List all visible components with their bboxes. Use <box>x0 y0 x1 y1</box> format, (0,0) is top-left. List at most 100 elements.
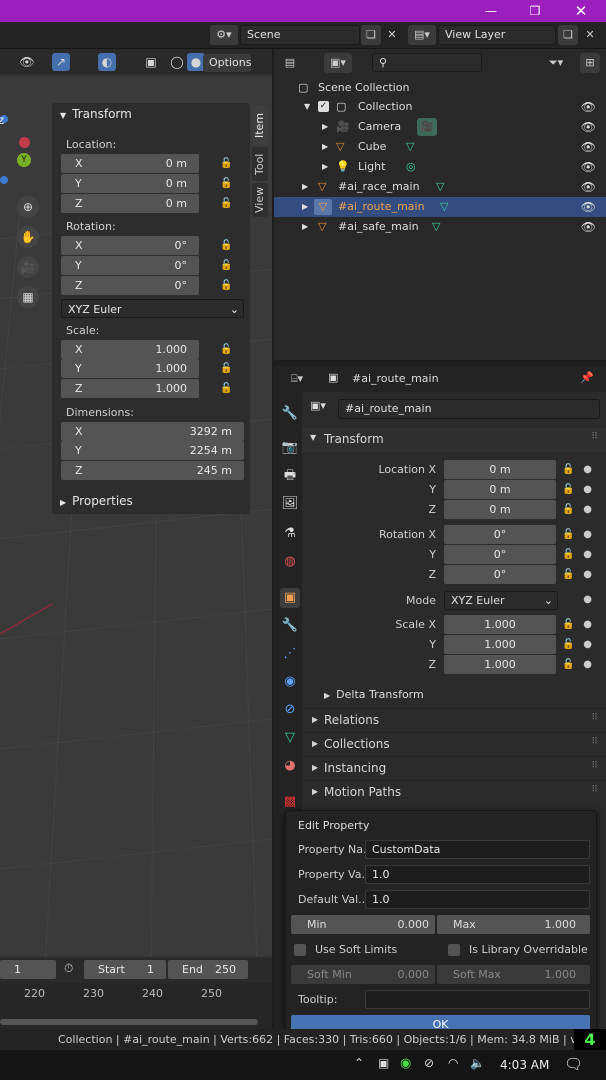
relations-section-header[interactable]: ▶ Relations ⠿ <box>302 708 606 732</box>
output-tab-icon[interactable]: 🖶 <box>280 466 300 486</box>
lock-icon[interactable]: 🔓 <box>562 464 576 476</box>
location-x-field[interactable]: 0 m <box>444 460 556 479</box>
mesh-data-icon[interactable]: ▽ <box>432 217 440 237</box>
end-frame-field[interactable]: End 250 <box>168 960 248 979</box>
mesh-data-icon[interactable]: ▽ <box>436 177 444 197</box>
rotation-z-field[interactable]: 0° <box>444 565 556 584</box>
tray-app-icon[interactable]: ▣ <box>378 1056 389 1070</box>
object-name-input[interactable]: #ai_route_main <box>338 399 600 419</box>
lock-icon[interactable]: 🔓 <box>562 504 576 516</box>
keyframe-dot-icon[interactable]: ● <box>583 594 592 605</box>
neg-z-dot[interactable] <box>0 176 8 184</box>
close-icon[interactable]: ✕ <box>566 2 596 20</box>
keyframe-dot-icon[interactable]: ● <box>583 569 592 580</box>
lock-icon[interactable]: 🔓 <box>220 383 234 395</box>
3d-viewport[interactable]: 👁 ↗ ◐ ▣ ◯ ● ◑ ◒ Options Z Y ⊕ ✋ 🎥 ▦ Item… <box>0 49 272 1049</box>
lock-icon[interactable]: 🔓 <box>220 178 234 190</box>
current-frame-field[interactable]: 1 <box>0 960 56 979</box>
outliner-search-input[interactable]: ⚲ <box>372 53 482 72</box>
soft-min-field[interactable]: Soft Min 0.000 <box>291 965 435 984</box>
outliner-row-ai-race-main[interactable]: ▶ ▽ #ai_race_main ▽ 👁 <box>274 177 606 197</box>
view-layer-selector-icon[interactable]: ▤▾ <box>408 25 436 45</box>
rotation-x-field[interactable]: X 0° <box>61 236 199 255</box>
property-name-input[interactable]: CustomData <box>365 840 590 859</box>
rotation-mode-dropdown[interactable]: XYZ Euler ⌄ <box>61 299 244 318</box>
y-axis-dot[interactable]: Y <box>17 153 31 167</box>
eye-icon[interactable]: 👁 <box>581 97 596 117</box>
properties-panel-header[interactable]: ▶ Properties <box>52 488 250 514</box>
checkbox-icon[interactable]: ✓ <box>318 101 329 112</box>
scale-y-field[interactable]: 1.000 <box>444 635 556 654</box>
new-view-layer-icon[interactable]: ❏ <box>558 25 578 45</box>
keyframe-dot-icon[interactable]: ● <box>583 619 592 630</box>
pan-hand-icon[interactable]: ✋ <box>17 226 39 248</box>
scale-z-field[interactable]: 1.000 <box>444 655 556 674</box>
eye-icon[interactable]: 👁 <box>581 137 596 157</box>
edit-property-dialog[interactable]: Edit Property Property Na... CustomData … <box>285 810 597 1038</box>
object-tab-icon[interactable]: ▣ <box>280 588 300 608</box>
soft-max-field[interactable]: Soft Max 1.000 <box>437 965 590 984</box>
lock-icon[interactable]: 🔓 <box>562 569 576 581</box>
transform-panel-header[interactable]: ▼ Transform <box>60 103 132 125</box>
lock-icon[interactable]: 🔓 <box>220 198 234 210</box>
dimension-x-field[interactable]: X 3292 m <box>61 422 244 441</box>
editor-type-icon[interactable]: ⌸▾ <box>282 369 312 389</box>
use-soft-limits-checkbox[interactable] <box>294 944 306 956</box>
keyframe-dot-icon[interactable]: ● <box>583 549 592 560</box>
tray-status-icon[interactable]: ◉ <box>400 1056 411 1071</box>
tab-item[interactable]: Item <box>252 105 268 145</box>
wifi-icon[interactable]: ◠ <box>448 1056 458 1070</box>
outliner-row-ai-safe-main[interactable]: ▶ ▽ #ai_safe_main ▽ 👁 <box>274 217 606 237</box>
outliner-row-camera[interactable]: ▶ 🎥 Camera 🎥 👁 <box>274 117 606 137</box>
keyframe-dot-icon[interactable]: ● <box>583 529 592 540</box>
default-value-input[interactable]: 1.0 <box>365 890 590 909</box>
constraints-tab-icon[interactable]: ⊘ <box>280 700 300 720</box>
eye-icon[interactable]: 👁 <box>581 197 596 217</box>
instancing-section-header[interactable]: ▶ Instancing ⠿ <box>302 756 606 780</box>
texture-tab-icon[interactable]: ▩ <box>280 792 300 812</box>
start-frame-field[interactable]: Start 1 <box>84 960 166 979</box>
outliner-row-cube[interactable]: ▶ ▽ Cube ▽ 👁 <box>274 137 606 157</box>
visibility-icon[interactable]: 👁 <box>18 53 36 71</box>
min-field[interactable]: Min 0.000 <box>291 915 435 934</box>
tool-tab-icon[interactable]: 🔧 <box>280 404 300 424</box>
outliner-row-scene-collection[interactable]: ▢ Scene Collection <box>274 78 606 98</box>
filter-icon[interactable]: ⏷▾ <box>542 53 570 73</box>
collections-section-header[interactable]: ▶ Collections ⠿ <box>302 732 606 756</box>
delta-transform-subpanel[interactable]: ▶ Delta Transform <box>324 688 424 701</box>
timeline-scrollbar[interactable] <box>0 1019 258 1025</box>
camera-view-icon[interactable]: 🎥 <box>17 256 39 278</box>
scene-selector-icon[interactable]: ⚙▾ <box>210 25 238 45</box>
eye-icon[interactable]: 👁 <box>581 217 596 237</box>
keyframe-dot-icon[interactable]: ● <box>583 464 592 475</box>
location-z-field[interactable]: Z0 m <box>61 194 199 213</box>
scale-z-field[interactable]: Z 1.000 <box>61 379 199 398</box>
outliner-row-light[interactable]: ▶ 💡 Light ◎ 👁 <box>274 157 606 177</box>
outliner[interactable]: ▤ ▣▾ ⚲ ⏷▾ ⊞ ▢ Scene Collection ▼ ✓ ▢ Col… <box>274 49 606 360</box>
scale-x-field[interactable]: 1.000 <box>444 615 556 634</box>
lock-icon[interactable]: 🔓 <box>562 639 576 651</box>
lock-icon[interactable]: 🔓 <box>220 240 234 252</box>
rotation-y-field[interactable]: 0° <box>444 545 556 564</box>
modifier-tab-icon[interactable]: 🔧 <box>280 616 300 636</box>
scene-field[interactable]: Scene <box>240 25 360 45</box>
particles-tab-icon[interactable]: ⋰ <box>280 644 300 664</box>
lock-icon[interactable]: 🔓 <box>220 344 234 356</box>
keyframe-dot-icon[interactable]: ● <box>583 484 592 495</box>
light-data-icon[interactable]: ◎ <box>406 157 416 177</box>
tooltip-input[interactable] <box>365 990 590 1009</box>
chevron-up-icon[interactable]: ⌃ <box>354 1056 364 1070</box>
wireframe-shading-icon[interactable]: ◯ <box>168 53 186 71</box>
location-x-field[interactable]: X0 m <box>61 154 199 173</box>
eye-icon[interactable]: 👁 <box>581 117 596 137</box>
max-field[interactable]: Max 1.000 <box>437 915 590 934</box>
chevron-down-icon[interactable]: ▼ <box>304 97 310 117</box>
view-layer-tab-icon[interactable]: 🖼 <box>280 494 300 514</box>
remove-view-layer-icon[interactable]: ✕ <box>580 25 600 45</box>
timeline[interactable]: 1 ⏱ Start 1 End 250 220 230 240 250 <box>0 957 272 1029</box>
motion-paths-section-header[interactable]: ▶ Motion Paths ⠿ <box>302 780 606 804</box>
tray-network-icon[interactable]: ⊘ <box>424 1056 434 1070</box>
pin-icon[interactable]: 📌 <box>580 371 594 384</box>
volume-icon[interactable]: 🔈 <box>470 1056 485 1070</box>
lock-icon[interactable]: 🔓 <box>220 363 234 375</box>
